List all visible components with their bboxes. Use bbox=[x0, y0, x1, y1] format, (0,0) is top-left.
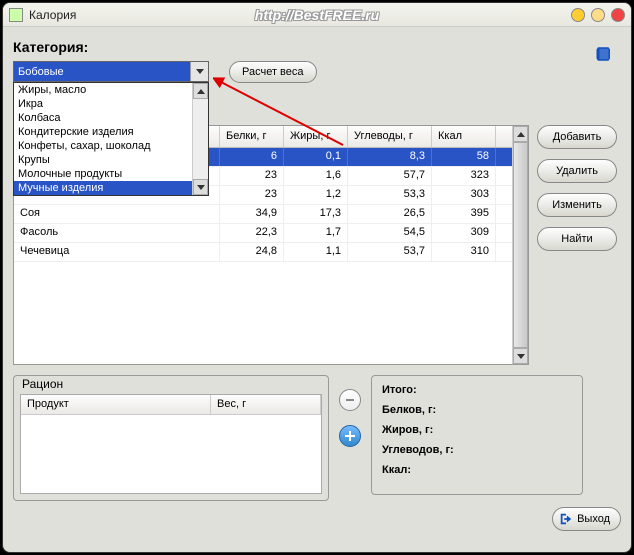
summary-total: Итого: bbox=[382, 384, 572, 396]
app-icon bbox=[9, 8, 23, 22]
calc-weight-button[interactable]: Расчет веса bbox=[229, 61, 317, 83]
remove-from-ration-button[interactable] bbox=[339, 389, 361, 411]
col-fat[interactable]: Жиры, г bbox=[284, 126, 348, 147]
minus-icon bbox=[346, 399, 354, 401]
add-button[interactable]: Добавить bbox=[537, 125, 617, 149]
scroll-thumb[interactable] bbox=[513, 142, 528, 348]
help-icon[interactable] bbox=[595, 45, 613, 63]
add-to-ration-button[interactable] bbox=[339, 425, 361, 447]
col-carb[interactable]: Углеводы, г bbox=[348, 126, 432, 147]
combo-option[interactable]: Мучные изделия bbox=[14, 181, 192, 195]
combo-option[interactable]: Конфеты, сахар, шоколад bbox=[14, 139, 192, 153]
combo-option[interactable]: Икра bbox=[14, 97, 192, 111]
plus-icon bbox=[345, 431, 355, 441]
delete-button[interactable]: Удалить bbox=[537, 159, 617, 183]
ration-table: Продукт Вес, г bbox=[20, 394, 322, 494]
maximize-button[interactable] bbox=[591, 8, 605, 22]
table-row[interactable]: Фасоль22,31,754,5309 bbox=[14, 224, 512, 243]
find-button[interactable]: Найти bbox=[537, 227, 617, 251]
titlebar: Калория http://BestFREE.ru bbox=[3, 3, 631, 27]
ration-title: Рацион bbox=[20, 377, 65, 391]
app-window: Калория http://BestFREE.ru Категория: Бо… bbox=[2, 2, 632, 553]
combo-option[interactable]: Молочные продукты bbox=[14, 167, 192, 181]
combo-option[interactable]: Крупы bbox=[14, 153, 192, 167]
combo-option[interactable]: Кондитерские изделия bbox=[14, 125, 192, 139]
col-protein[interactable]: Белки, г bbox=[220, 126, 284, 147]
summary-box: Итого: Белков, г: Жиров, г: Углеводов, г… bbox=[371, 375, 583, 495]
category-combo[interactable]: Бобовые Жиры, маслоИкраКолбасаКондитерск… bbox=[13, 61, 209, 82]
window-title: Калория bbox=[29, 8, 76, 22]
combo-option[interactable]: Жиры, масло bbox=[14, 83, 192, 97]
ration-col-weight[interactable]: Вес, г bbox=[211, 395, 321, 414]
combo-selected: Бобовые bbox=[14, 62, 190, 81]
table-row[interactable]: Соя34,917,326,5395 bbox=[14, 205, 512, 224]
exit-icon bbox=[559, 512, 573, 526]
ration-col-product[interactable]: Продукт bbox=[21, 395, 211, 414]
summary-kcal: Ккал: bbox=[382, 464, 572, 476]
table-row[interactable]: Чечевица24,81,153,7310 bbox=[14, 243, 512, 262]
ration-group: Рацион Продукт Вес, г bbox=[13, 375, 329, 501]
category-label: Категория: bbox=[13, 39, 621, 55]
exit-button[interactable]: Выход bbox=[552, 507, 621, 531]
close-button[interactable] bbox=[611, 8, 625, 22]
col-kcal[interactable]: Ккал bbox=[432, 126, 496, 147]
chevron-down-icon bbox=[196, 69, 204, 74]
edit-button[interactable]: Изменить bbox=[537, 193, 617, 217]
scroll-up-icon[interactable] bbox=[513, 126, 528, 142]
watermark: http://BestFREE.ru bbox=[255, 7, 379, 23]
combo-arrow[interactable] bbox=[190, 62, 208, 81]
minimize-button[interactable] bbox=[571, 8, 585, 22]
summary-fat: Жиров, г: bbox=[382, 424, 572, 436]
summary-carb: Углеводов, г: bbox=[382, 444, 572, 456]
combo-option[interactable]: Колбаса bbox=[14, 111, 192, 125]
scroll-down-icon[interactable] bbox=[513, 348, 528, 364]
combo-dropdown: Жиры, маслоИкраКолбасаКондитерские издел… bbox=[13, 82, 209, 196]
table-scrollbar[interactable] bbox=[512, 126, 528, 364]
combo-scrollbar[interactable] bbox=[192, 83, 208, 195]
summary-protein: Белков, г: bbox=[382, 404, 572, 416]
